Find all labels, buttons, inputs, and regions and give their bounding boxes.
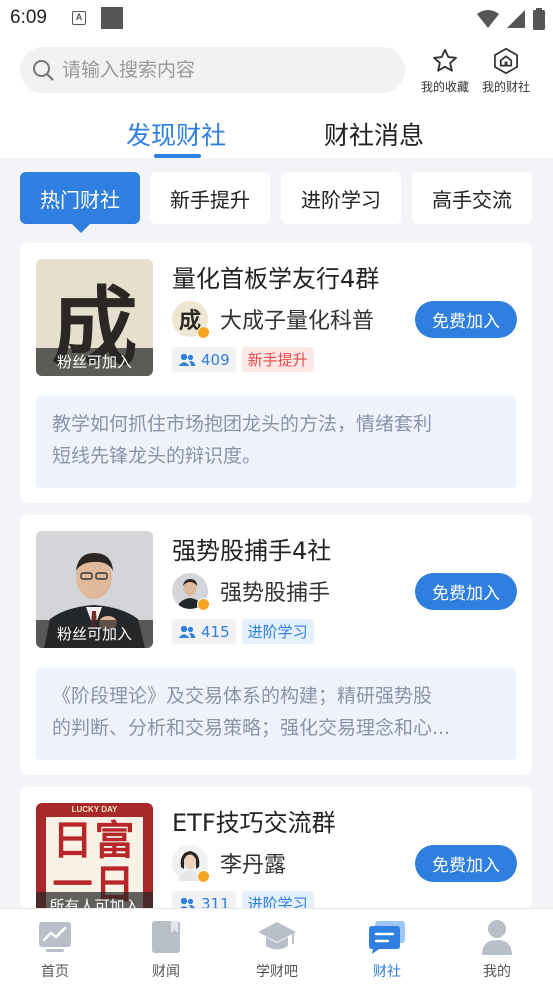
card-tag: 进阶学习 [241, 619, 314, 644]
tab-messages[interactable]: 财社消息 [324, 116, 424, 152]
community-card[interactable]: 成 粉丝可加入 量化首板学友行4群 成 大成子量化科普 免费加入 409 新手提… [20, 243, 532, 503]
status-icons [477, 8, 545, 30]
chip-hot[interactable]: 热门财社 [20, 172, 140, 224]
join-button[interactable]: 免费加入 [415, 301, 517, 338]
person-icon [482, 920, 512, 955]
news-icon [152, 921, 180, 953]
chip-advanced[interactable]: 进阶学习 [281, 172, 401, 224]
my-community-button[interactable]: 我的财社 [477, 46, 535, 95]
description-line: 《阶段理论》及交易体系的构建；精研强势股 [52, 685, 433, 707]
member-count: 409 [172, 347, 236, 372]
status-time: 6:09 [10, 7, 47, 28]
avatar [172, 573, 210, 611]
member-count: 415 [172, 619, 236, 644]
member-count-value: 415 [201, 622, 230, 641]
owner-info[interactable]: 李丹露 [172, 845, 287, 883]
header: 我的收藏 我的财社 发现财社 财社消息 [0, 36, 553, 158]
search-bar[interactable] [20, 47, 405, 93]
card-title: 量化首板学友行4群 [172, 265, 380, 293]
nav-label: 财闻 [152, 964, 180, 980]
join-button[interactable]: 免费加入 [415, 845, 517, 882]
cover-label: 粉丝可加入 [36, 620, 153, 648]
card-meta: 415 进阶学习 [172, 619, 314, 644]
favorites-button[interactable]: 我的收藏 [416, 46, 474, 95]
search-icon [33, 60, 54, 81]
community-card[interactable]: LUCKY DAY 日富一日 所有人可加入 ETF技巧交流群 李丹露 免费加入 … [20, 787, 532, 908]
avatar [172, 845, 210, 883]
owner-info[interactable]: 成 大成子量化科普 [172, 301, 375, 339]
nav-label: 首页 [41, 964, 69, 980]
owner-name: 强势股捕手 [220, 581, 331, 606]
status-bar: 6:09 A [0, 0, 553, 36]
description-line: 短线先锋龙头的辩识度。 [52, 445, 262, 467]
nav-label: 财社 [373, 964, 401, 980]
chip-pointer [72, 224, 90, 233]
home-chart-icon [39, 922, 71, 952]
owner-info[interactable]: 强势股捕手 [172, 573, 331, 611]
home-icon [494, 47, 518, 75]
card-cover: 粉丝可加入 [36, 531, 153, 648]
graduation-cap-icon [258, 922, 296, 950]
nav-item-community[interactable]: 财社 [347, 919, 427, 981]
chat-group-icon [369, 921, 405, 954]
member-count: 311 [172, 891, 236, 908]
members-icon [178, 353, 196, 366]
owner-name: 大成子量化科普 [220, 309, 375, 334]
chip-expert[interactable]: 高手交流 [412, 172, 532, 224]
card-meta: 409 新手提升 [172, 347, 314, 372]
signal-icon [507, 10, 525, 28]
card-cover: LUCKY DAY 日富一日 所有人可加入 [36, 803, 153, 908]
nav-item-news[interactable]: 财闻 [126, 919, 206, 981]
owner-name: 李丹露 [220, 853, 287, 878]
cover-top-text: LUCKY DAY [71, 805, 118, 814]
my-community-label: 我的财社 [481, 80, 530, 94]
nav-item-profile[interactable]: 我的 [457, 919, 537, 981]
nav-label: 学财吧 [256, 964, 298, 980]
card-cover: 成 粉丝可加入 [36, 259, 153, 376]
favorites-label: 我的收藏 [420, 80, 469, 94]
description-line: 教学如何抓住市场抱团龙头的方法，情绪套利 [52, 413, 433, 435]
cover-label: 所有人可加入 [36, 892, 153, 908]
card-tag: 新手提升 [241, 347, 314, 372]
nav-item-study[interactable]: 学财吧 [237, 919, 317, 981]
verified-badge-icon [197, 326, 210, 339]
community-card[interactable]: 粉丝可加入 强势股捕手4社 强势股捕手 免费加入 415 进阶学习 《阶段理论》… [20, 515, 532, 775]
bottom-nav: 首页 财闻 学财吧 财社 我的 [0, 908, 553, 984]
members-icon [178, 625, 196, 638]
notification-square-icon [101, 7, 123, 29]
card-description: 教学如何抓住市场抱团龙头的方法，情绪套利 短线先锋龙头的辩识度。 [36, 396, 516, 488]
search-input[interactable] [62, 59, 362, 81]
card-tag: 进阶学习 [241, 891, 314, 908]
member-count-value: 409 [201, 350, 230, 369]
card-title: 强势股捕手4社 [172, 537, 332, 565]
chip-beginner[interactable]: 新手提升 [150, 172, 270, 224]
verified-badge-icon [197, 870, 210, 883]
description-line: 的判断、分析和交易策略；强化交易理念和心... [52, 717, 451, 739]
join-button[interactable]: 免费加入 [415, 573, 517, 610]
card-title: ETF技巧交流群 [172, 809, 336, 837]
avatar: 成 [172, 301, 210, 339]
active-tab-indicator [154, 154, 201, 158]
nav-label: 我的 [483, 964, 511, 980]
nav-item-home[interactable]: 首页 [15, 919, 95, 981]
card-description: 《阶段理论》及交易体系的构建；精研强势股 的判断、分析和交易策略；强化交易理念和… [36, 668, 516, 760]
wifi-icon [477, 10, 499, 28]
members-icon [179, 897, 196, 908]
star-icon [433, 48, 457, 72]
member-count-value: 311 [201, 894, 230, 909]
battery-icon [533, 8, 545, 30]
tab-discover[interactable]: 发现财社 [126, 116, 226, 152]
category-chips: 热门财社 新手提升 进阶学习 高手交流 [0, 172, 553, 233]
notification-a-icon: A [72, 11, 86, 25]
verified-badge-icon [197, 598, 210, 611]
cover-label: 粉丝可加入 [36, 348, 153, 376]
card-meta: 311 进阶学习 [172, 891, 314, 908]
